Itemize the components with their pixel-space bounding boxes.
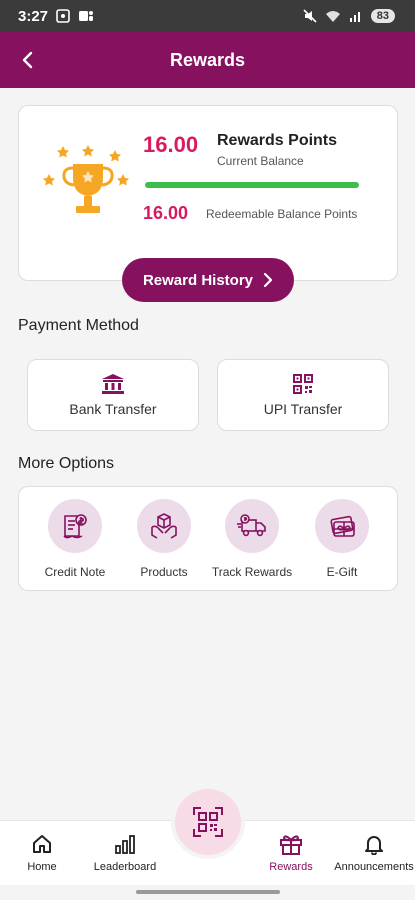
more-options-title: More Options bbox=[18, 455, 115, 472]
rewards-points-value: 16.00 bbox=[143, 132, 199, 157]
page-title: Rewards bbox=[169, 49, 246, 70]
credit-note-option[interactable]: Credit Note bbox=[25, 499, 125, 579]
home-icon bbox=[33, 835, 51, 853]
reward-history-button[interactable]: Reward History bbox=[122, 258, 294, 302]
nav-leaderboard-label: Leaderboard bbox=[93, 861, 157, 873]
reward-history-label: Reward History bbox=[142, 271, 254, 289]
credit-note-label: Credit Note bbox=[44, 565, 106, 579]
nav-rewards[interactable]: Rewards bbox=[246, 833, 336, 873]
more-options-card: Credit Note Products Track Rewards E-Gif… bbox=[18, 486, 398, 591]
teams-icon bbox=[79, 11, 94, 21]
e-gift-option[interactable]: E-Gift bbox=[292, 499, 392, 579]
credit-note-icon bbox=[63, 514, 87, 539]
bar-chart-icon bbox=[115, 835, 135, 854]
trophy-icon bbox=[43, 145, 129, 213]
mute-icon bbox=[303, 9, 317, 23]
products-label: Products bbox=[140, 565, 188, 579]
qr-code-icon bbox=[293, 374, 313, 394]
chevron-right-icon bbox=[263, 273, 273, 287]
bank-transfer-card[interactable]: Bank Transfer bbox=[27, 359, 199, 431]
upi-transfer-card[interactable]: UPI Transfer bbox=[217, 359, 389, 431]
current-balance-label: Current Balance bbox=[217, 154, 304, 168]
products-icon bbox=[151, 513, 177, 539]
signal-icon bbox=[349, 12, 360, 22]
balance-card: 16.00 Rewards Points Current Balance 16.… bbox=[18, 105, 398, 281]
qr-scan-icon bbox=[193, 807, 223, 837]
bell-icon bbox=[365, 836, 383, 855]
back-button[interactable] bbox=[14, 46, 42, 74]
battery-indicator: 83 bbox=[370, 9, 395, 23]
app-bar: Rewards bbox=[0, 32, 415, 88]
bank-transfer-label: Bank Transfer bbox=[69, 401, 157, 417]
gift-icon bbox=[280, 835, 302, 855]
wifi-icon bbox=[325, 11, 340, 22]
nav-rewards-label: Rewards bbox=[269, 861, 313, 873]
gesture-area bbox=[0, 885, 415, 900]
status-bar: 3:27 83 bbox=[0, 0, 415, 32]
nav-announcements-label: Announcements bbox=[334, 861, 414, 873]
back-arrow-icon bbox=[22, 51, 33, 69]
nav-announcements[interactable]: Announcements bbox=[329, 833, 415, 873]
gift-card-icon bbox=[330, 515, 355, 537]
nav-home[interactable]: Home bbox=[0, 833, 87, 873]
nav-leaderboard[interactable]: Leaderboard bbox=[80, 833, 170, 873]
redeemable-points-label: Redeemable Balance Points bbox=[206, 207, 358, 221]
rewards-points-label: Rewards Points bbox=[217, 132, 338, 149]
gesture-handle[interactable] bbox=[136, 890, 280, 894]
redeemable-points-value: 16.00 bbox=[143, 203, 189, 223]
scan-qr-button[interactable] bbox=[175, 789, 241, 855]
balance-progress-bar bbox=[145, 182, 359, 188]
screenshot-icon bbox=[56, 9, 70, 23]
products-option[interactable]: Products bbox=[114, 499, 214, 579]
balance-progress-fill bbox=[145, 182, 359, 188]
track-rewards-label: Track Rewards bbox=[211, 565, 293, 579]
bank-icon bbox=[102, 374, 124, 394]
upi-transfer-label: UPI Transfer bbox=[263, 401, 343, 417]
e-gift-label: E-Gift bbox=[326, 565, 358, 579]
delivery-truck-icon bbox=[237, 514, 266, 537]
status-time: 3:27 bbox=[18, 7, 49, 25]
payment-method-title: Payment Method bbox=[18, 317, 139, 334]
nav-home-label: Home bbox=[27, 861, 57, 873]
track-rewards-option[interactable]: Track Rewards bbox=[202, 499, 302, 579]
